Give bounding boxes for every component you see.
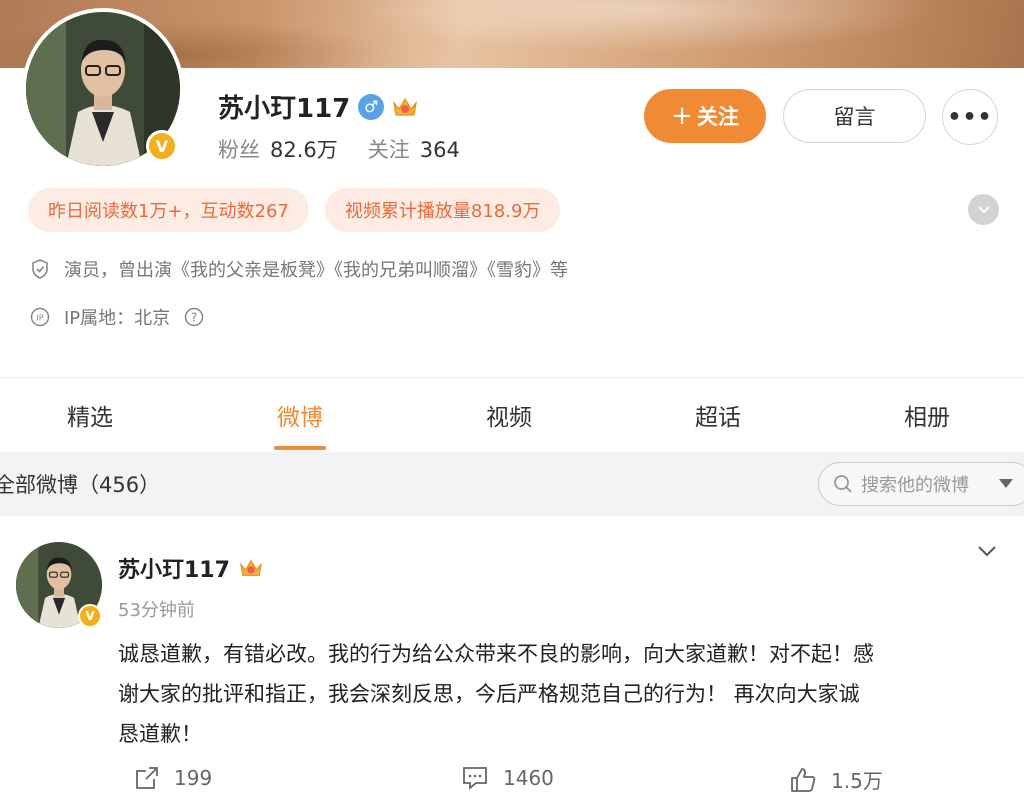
like-count: 1.5万 bbox=[831, 769, 883, 793]
shield-icon bbox=[30, 259, 50, 279]
like-icon bbox=[791, 767, 816, 792]
profile-tabs: 精选 微博 视频 超话 相册 bbox=[0, 378, 1024, 452]
following-stat[interactable]: 关注 364 bbox=[368, 134, 460, 164]
post-content: 诚恳道歉，有错必改。我的行为给公众带来不良的影响，向大家道歉！对不起！感 谢大家… bbox=[118, 634, 1008, 754]
post-line: 恳道歉！ bbox=[118, 722, 202, 746]
chevron-down-icon[interactable] bbox=[976, 540, 998, 562]
verified-badge: V bbox=[146, 130, 178, 162]
video-plays-tag[interactable]: 视频累计播放量818.9万 bbox=[324, 188, 561, 232]
profile-name: 苏小玎117 bbox=[218, 94, 351, 124]
ip-line: IP IP属地：北京 ? bbox=[30, 304, 204, 330]
ip-icon: IP bbox=[30, 307, 50, 327]
profile-name-row: 苏小玎117 ♂ bbox=[218, 88, 418, 125]
dropdown-caret-icon bbox=[999, 479, 1013, 488]
follow-button[interactable]: + 关注 bbox=[644, 89, 766, 143]
search-input[interactable]: 搜索他的微博 bbox=[818, 462, 1024, 506]
repost-button[interactable]: 199 bbox=[134, 765, 212, 791]
svg-text:IP: IP bbox=[36, 314, 43, 323]
bio-line: 演员，曾出演《我的父亲是板凳》《我的兄弟叫顺溜》《雪豹》等 bbox=[30, 256, 568, 282]
following-count: 364 bbox=[419, 138, 460, 162]
comment-count: 1460 bbox=[503, 766, 554, 790]
help-icon[interactable]: ? bbox=[184, 307, 204, 327]
profile-stats: 粉丝 82.6万 关注 364 bbox=[218, 134, 460, 164]
crown-icon[interactable] bbox=[392, 94, 418, 120]
followers-label: 粉丝 bbox=[218, 138, 260, 162]
post-verified-badge: V bbox=[78, 604, 102, 628]
tab-video[interactable]: 视频 bbox=[449, 378, 569, 452]
ip-text: IP属地：北京 bbox=[64, 308, 171, 329]
reads-tag[interactable]: 昨日阅读数1万+，互动数267 bbox=[28, 188, 309, 232]
more-button[interactable]: ••• bbox=[942, 89, 998, 145]
post-actions: 199 1460 1.5万 bbox=[0, 765, 1024, 801]
bio-text: 演员，曾出演《我的父亲是板凳》《我的兄弟叫顺溜》《雪豹》等 bbox=[64, 260, 568, 281]
post-line: 谢大家的批评和指正，我会深刻反思，今后严格规范自己的行为！ 再次向大家诚 bbox=[118, 682, 860, 706]
message-button[interactable]: 留言 bbox=[783, 89, 926, 143]
like-button[interactable]: 1.5万 bbox=[789, 765, 883, 794]
post-line: 诚恳道歉，有错必改。我的行为给公众带来不良的影响，向大家道歉！对不起！感 bbox=[118, 642, 874, 666]
follow-label: 关注 bbox=[696, 105, 739, 129]
expand-profile-button[interactable] bbox=[968, 194, 999, 225]
plus-icon: + bbox=[671, 101, 693, 131]
tab-featured[interactable]: 精选 bbox=[30, 378, 150, 452]
post-time: 53分钟前 bbox=[118, 600, 195, 621]
search-icon bbox=[834, 475, 852, 493]
active-tab-indicator bbox=[274, 446, 326, 450]
following-label: 关注 bbox=[367, 138, 410, 162]
post-author-row: 苏小玎117 bbox=[118, 552, 264, 584]
tab-album[interactable]: 相册 bbox=[867, 378, 987, 452]
chevron-down-icon bbox=[977, 205, 990, 213]
all-posts-title[interactable]: 全部微博（456） bbox=[0, 452, 160, 516]
tab-weibo[interactable]: 微博 bbox=[240, 378, 360, 452]
comment-icon bbox=[463, 767, 487, 790]
share-icon bbox=[136, 767, 158, 789]
post-avatar[interactable]: V bbox=[16, 542, 102, 628]
search-placeholder: 搜索他的微博 bbox=[861, 475, 969, 496]
followers-stat[interactable]: 粉丝 82.6万 bbox=[218, 134, 338, 164]
repost-count: 199 bbox=[174, 766, 213, 790]
followers-count: 82.6万 bbox=[270, 138, 338, 162]
crown-icon[interactable] bbox=[238, 555, 264, 581]
svg-text:?: ? bbox=[191, 311, 197, 325]
post-author-name[interactable]: 苏小玎117 bbox=[118, 552, 230, 584]
male-icon: ♂ bbox=[358, 93, 385, 120]
filter-bar: 全部微博（456） 搜索他的微博 bbox=[0, 452, 1024, 516]
tab-supertopic[interactable]: 超话 bbox=[658, 378, 778, 452]
profile-avatar[interactable]: V bbox=[22, 8, 184, 170]
stat-tags: 昨日阅读数1万+，互动数267 视频累计播放量818.9万 bbox=[28, 188, 561, 232]
comment-button[interactable]: 1460 bbox=[461, 765, 554, 791]
